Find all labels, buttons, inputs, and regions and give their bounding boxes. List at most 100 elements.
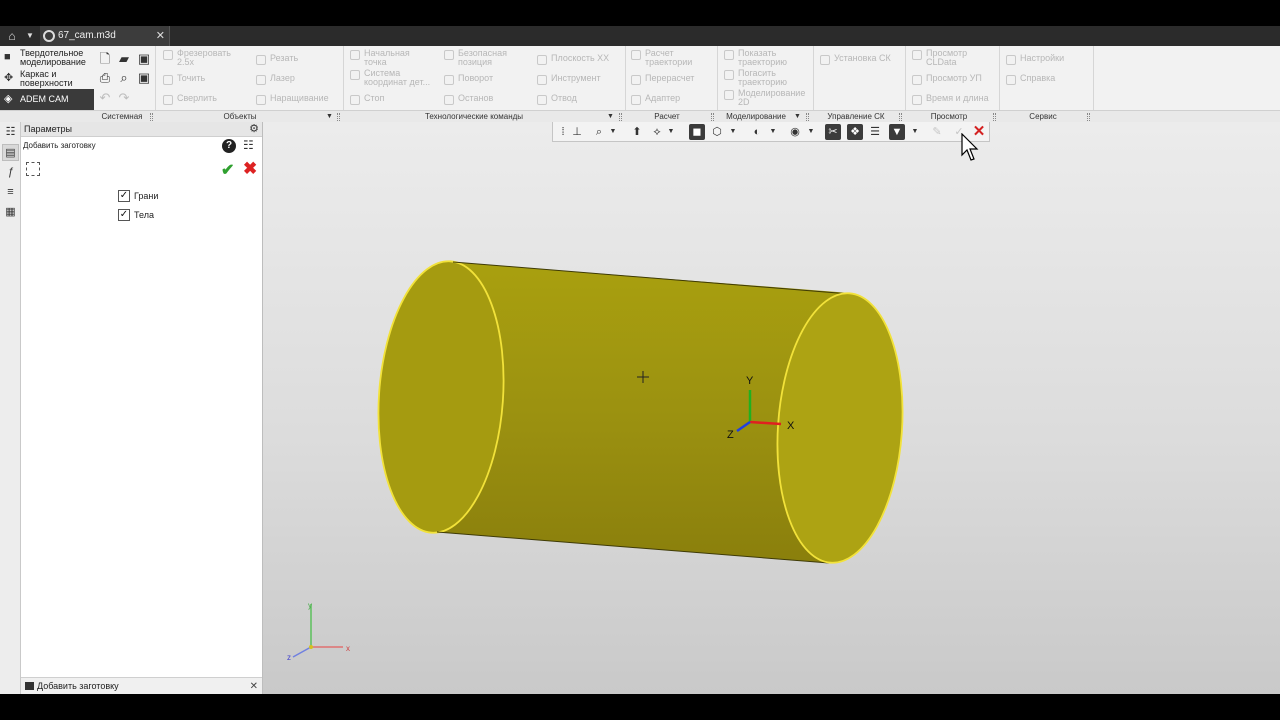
laser-button[interactable]: Лазер xyxy=(254,74,295,85)
filter-icon[interactable]: ▼ xyxy=(889,124,905,140)
mode-wireframe-surfaces[interactable]: ✥ Каркас и поверхности xyxy=(0,68,94,89)
chevron-down-icon[interactable]: ▼ xyxy=(667,124,675,140)
tool-button[interactable]: Инструмент xyxy=(535,74,601,85)
chevron-down-icon[interactable]: ▼ xyxy=(911,124,919,140)
save-as-icon[interactable]: ▣ xyxy=(136,70,152,86)
cam-icon: ◈ xyxy=(4,93,13,105)
show-trajectory-icon xyxy=(724,50,734,60)
halt-button[interactable]: Останов xyxy=(442,94,493,105)
plane-button[interactable]: Плоскость XX xyxy=(535,54,609,65)
home-icon[interactable]: ⌂ xyxy=(2,26,22,46)
mode-adem-cam[interactable]: ◈ ADEM CAM xyxy=(0,89,94,110)
cancel-button[interactable]: ✖ xyxy=(243,159,257,179)
tree-icon[interactable]: ☷ xyxy=(2,124,19,141)
document-tab-bar: ⌂ ▼ 67_cam.m3d ✕ xyxy=(0,26,1280,46)
group-grip[interactable] xyxy=(1087,113,1090,121)
zoom-icon[interactable]: ⌕ xyxy=(591,124,607,140)
stop-button[interactable]: Стоп xyxy=(348,93,385,105)
retract-button[interactable]: Отвод xyxy=(535,94,577,105)
help-icon xyxy=(1006,75,1016,85)
axis-label-z: Z xyxy=(727,429,734,441)
redo-icon[interactable]: ↷ xyxy=(116,90,132,106)
pan-view-icon[interactable]: ⟡ xyxy=(649,124,665,140)
gear-icon[interactable]: ⚙ xyxy=(249,122,259,137)
group-grip[interactable] xyxy=(806,113,809,121)
variables-icon[interactable]: ƒ xyxy=(2,164,19,181)
checkbox-label: Тела xyxy=(134,210,154,220)
group-grip[interactable] xyxy=(619,113,622,121)
chevron-down-icon[interactable]: ▼ xyxy=(729,124,737,140)
safe-position-button[interactable]: Безопасная позиция xyxy=(442,49,507,67)
properties-icon[interactable]: ▦ xyxy=(2,204,19,221)
faces-checkbox[interactable]: ✓ xyxy=(118,190,130,202)
mill-25x-button[interactable]: Фрезеровать 2.5x xyxy=(161,49,231,67)
faces-checkbox-row[interactable]: ✓ Грани xyxy=(118,189,158,203)
close-tab-icon[interactable]: ✕ xyxy=(156,26,165,46)
bodies-checkbox-row[interactable]: ✓ Тела xyxy=(118,208,154,222)
close-icon[interactable]: ✕ xyxy=(250,678,258,695)
group-grip[interactable] xyxy=(899,113,902,121)
button-label: Перерасчет xyxy=(645,73,695,83)
open-folder-icon[interactable]: ▰ xyxy=(116,51,132,67)
view-cldata-button[interactable]: Просмотр CLData xyxy=(910,49,967,67)
hide-icon[interactable]: ◐ xyxy=(749,124,765,140)
ok-button[interactable]: ✔ xyxy=(221,160,234,180)
layers-icon[interactable]: ≡ xyxy=(2,184,19,201)
start-point-button[interactable]: Начальная точка xyxy=(348,49,410,67)
save-icon[interactable]: ▣ xyxy=(136,51,152,67)
preview-icon[interactable]: ⌕ xyxy=(116,70,132,86)
show-trajectory-button[interactable]: Показать траекторию xyxy=(722,49,787,67)
hide-trajectory-button[interactable]: Погасить траекторию xyxy=(722,69,787,87)
3d-viewport[interactable]: Y X Z y x z xyxy=(263,122,1280,694)
install-cs-button[interactable]: Установка СК xyxy=(818,54,891,65)
section-icon[interactable]: ✂ xyxy=(825,124,841,140)
group-grip[interactable] xyxy=(993,113,996,121)
triad-label-z: z xyxy=(287,653,291,662)
document-tab[interactable]: 67_cam.m3d ✕ xyxy=(40,26,170,46)
rotate-button[interactable]: Поворот xyxy=(442,74,493,85)
cut-button[interactable]: Резать xyxy=(254,54,298,65)
button-label: Стоп xyxy=(364,93,385,103)
calc-trajectory-button[interactable]: Расчет траектории xyxy=(629,49,692,67)
group-grip[interactable] xyxy=(337,113,340,121)
bodies-checkbox[interactable]: ✓ xyxy=(118,209,130,221)
settings-button[interactable]: Настройки xyxy=(1004,54,1064,65)
view-up-button[interactable]: Просмотр УП xyxy=(910,73,982,85)
layers-view-icon[interactable]: ☰ xyxy=(867,124,883,140)
parameters-icon[interactable]: ▤ xyxy=(2,144,19,161)
select-objects-icon[interactable] xyxy=(26,162,40,176)
time-icon xyxy=(912,95,922,105)
print-icon[interactable]: ⎙ xyxy=(97,70,113,86)
time-length-button[interactable]: Время и длина xyxy=(910,94,989,105)
modeling-2d-button[interactable]: Моделирование 2D xyxy=(722,89,805,107)
help-icon[interactable]: ? xyxy=(222,139,236,153)
select-filter-icon[interactable]: ❖ xyxy=(847,124,863,140)
orientation-icon[interactable]: ⊥ xyxy=(569,124,585,140)
button-label: Просмотр УП xyxy=(926,73,982,83)
turn-button[interactable]: Точить xyxy=(161,74,205,85)
pencil-icon[interactable]: ✎ xyxy=(929,124,945,140)
tree-view-icon[interactable]: ☷ xyxy=(243,138,254,152)
deposit-button[interactable]: Наращивание xyxy=(254,94,329,105)
part-cs-button[interactable]: Система координат дет... xyxy=(348,69,430,87)
drill-button[interactable]: Сверлить xyxy=(161,94,217,105)
chevron-down-icon[interactable]: ▼ xyxy=(609,124,617,140)
undo-icon[interactable]: ↶ xyxy=(97,90,113,106)
shaded-mode-icon[interactable]: ◼ xyxy=(689,124,705,140)
gear-icon xyxy=(1006,55,1016,65)
tabs-dropdown-icon[interactable]: ▼ xyxy=(20,26,40,46)
chevron-down-icon[interactable]: ▼ xyxy=(807,124,815,140)
group-grip[interactable] xyxy=(711,113,714,121)
new-file-icon[interactable]: 🗋 xyxy=(97,51,113,67)
chevron-down-icon[interactable]: ▼ xyxy=(769,124,777,140)
adapter-button[interactable]: Адаптер xyxy=(629,94,680,105)
recalc-button[interactable]: Перерасчет xyxy=(629,73,695,85)
rotate-view-icon[interactable]: ⬆ xyxy=(629,124,645,140)
group-grip[interactable] xyxy=(150,113,153,121)
mode-label: ADEM CAM xyxy=(20,94,69,104)
wireframe-mode-icon[interactable]: ⬡ xyxy=(709,124,725,140)
mode-solid-modeling[interactable]: ■ Твердотельное моделирование xyxy=(0,47,94,68)
help-button[interactable]: Справка xyxy=(1004,74,1055,85)
command-status-bar: Добавить заготовку ✕ xyxy=(21,677,262,694)
visibility-icon[interactable]: ◉ xyxy=(787,124,803,140)
